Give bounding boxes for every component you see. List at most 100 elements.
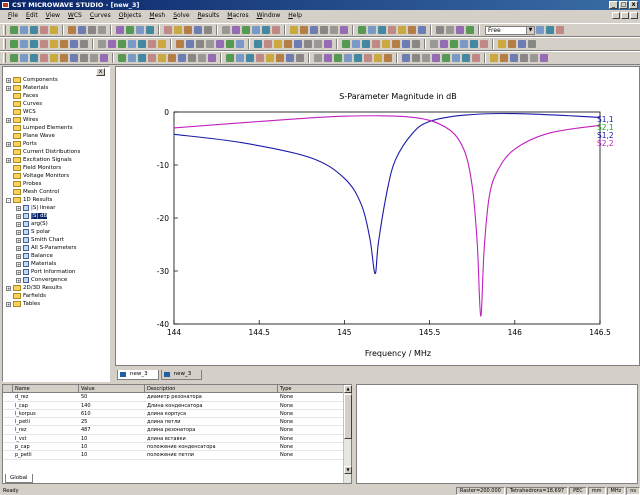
toolbar2-tool-icon[interactable] — [98, 40, 106, 48]
toolbar2-tool-icon[interactable] — [304, 40, 312, 48]
toolbar3-tool-icon[interactable] — [246, 54, 254, 62]
toolbar3-tool-icon[interactable] — [60, 54, 68, 62]
toolbar2-tool-icon[interactable] — [128, 40, 136, 48]
table-cell[interactable]: 50 — [79, 393, 145, 400]
column-header-name[interactable]: Name — [13, 385, 79, 393]
toolbar3-tool-icon[interactable] — [208, 54, 216, 62]
toolbar3-tool-icon[interactable] — [226, 54, 234, 62]
table-cell[interactable]: 487 — [79, 426, 145, 433]
toolbar3-tool-icon[interactable] — [510, 54, 518, 62]
toolbar3-tool-icon[interactable] — [100, 54, 108, 62]
table-row[interactable]: d_rez 50 диаметр резонатора None — [3, 393, 344, 402]
expand-icon[interactable]: + — [6, 157, 11, 163]
toolbar2-tool-icon[interactable] — [138, 40, 146, 48]
toolbar2-tool-icon[interactable] — [158, 40, 166, 48]
toolbar3-tool-icon[interactable] — [138, 54, 146, 62]
toolbar1-tool-icon[interactable] — [368, 26, 376, 34]
expand-icon[interactable]: + — [16, 213, 21, 219]
tree-item[interactable]: Voltage Monitors — [6, 172, 69, 180]
toolbar2-tool-icon[interactable] — [508, 40, 516, 48]
toolbar1-tool-icon[interactable] — [388, 26, 396, 34]
column-header-type[interactable]: Type — [278, 385, 344, 393]
toolbar2-tool-icon[interactable] — [324, 40, 332, 48]
toolbar1-tool-icon[interactable] — [446, 26, 454, 34]
expand-icon[interactable]: + — [16, 221, 21, 227]
toolbar1-tool-icon[interactable] — [262, 26, 270, 34]
menu-mesh[interactable]: Mesh — [145, 10, 169, 22]
doc-restore-button[interactable] — [621, 12, 629, 19]
toolbar1-tool-icon[interactable] — [20, 26, 28, 34]
doc-minimize-button[interactable] — [612, 12, 620, 19]
toolbar2-tool-icon[interactable] — [20, 40, 28, 48]
toolbar3-tool-icon[interactable] — [148, 54, 156, 62]
toolbar1-tool-icon[interactable] — [40, 26, 48, 34]
table-cell[interactable]: p_petli — [13, 451, 79, 458]
minimize-button[interactable]: _ — [609, 1, 618, 9]
expand-icon[interactable]: + — [16, 253, 21, 259]
toolbar3-grip[interactable] — [3, 53, 6, 63]
toolbar2-tool-icon[interactable] — [294, 40, 302, 48]
menu-help[interactable]: Help — [284, 10, 306, 22]
tree-item[interactable]: Curves — [6, 100, 42, 108]
toolbar2-tool-icon[interactable] — [148, 40, 156, 48]
toolbar2-tool-icon[interactable] — [60, 40, 68, 48]
toolbar2-tool-icon[interactable] — [342, 40, 350, 48]
chevron-down-icon[interactable]: ▼ — [526, 26, 534, 34]
toolbar2-tool-icon[interactable] — [226, 40, 234, 48]
table-cell[interactable]: длина вставки — [145, 435, 278, 442]
toolbar2-tool-icon[interactable] — [392, 40, 400, 48]
table-cell[interactable]: None — [278, 410, 344, 417]
table-cell[interactable]: длина корпуса — [145, 410, 278, 417]
toolbar2-tool-icon[interactable] — [440, 40, 448, 48]
tree-item[interactable]: + Port Information — [16, 268, 76, 276]
toolbar3-tool-icon[interactable] — [452, 54, 460, 62]
toolbar2-tool-icon[interactable] — [206, 40, 214, 48]
toolbar1-tool-icon[interactable] — [126, 26, 134, 34]
table-cell[interactable]: d_rez — [13, 393, 79, 400]
table-cell[interactable]: l_cap — [13, 402, 79, 409]
table-row[interactable]: l_vst 10 длина вставки None — [3, 435, 344, 444]
toolbar2-grip[interactable] — [3, 39, 6, 49]
toolbar3-tool-icon[interactable] — [472, 54, 480, 62]
collapse-icon[interactable]: - — [6, 197, 11, 203]
toolbar1-tool-icon[interactable] — [556, 26, 564, 34]
table-cell[interactable]: l_vst — [13, 435, 79, 442]
toolbar1-tool-icon[interactable] — [146, 26, 154, 34]
tree-item[interactable]: Lumped Elements — [6, 124, 73, 132]
toolbar1-tool-icon[interactable] — [204, 26, 212, 34]
table-row[interactable]: p_petli 10 положение петли None — [3, 451, 344, 460]
toolbar3-tool-icon[interactable] — [354, 54, 362, 62]
tree-close-button[interactable]: x — [96, 68, 105, 76]
table-cell[interactable]: 10 — [79, 451, 145, 458]
toolbar3-tool-icon[interactable] — [128, 54, 136, 62]
table-cell[interactable]: None — [278, 426, 344, 433]
scroll-down-icon[interactable]: ▼ — [344, 466, 352, 474]
toolbar1-tool-icon[interactable] — [340, 26, 348, 34]
table-cell[interactable]: 610 — [79, 410, 145, 417]
table-cell[interactable]: 25 — [79, 418, 145, 425]
toolbar1-tool-icon[interactable] — [184, 26, 192, 34]
column-header-description[interactable]: Description — [145, 385, 278, 393]
toolbar2-tool-icon[interactable] — [412, 40, 420, 48]
toolbar2-tool-icon[interactable] — [284, 40, 292, 48]
scroll-up-icon[interactable]: ▲ — [344, 385, 352, 393]
toolbar3-tool-icon[interactable] — [10, 54, 18, 62]
toolbar1-tool-icon[interactable] — [164, 26, 172, 34]
toolbar3-tool-icon[interactable] — [50, 54, 58, 62]
toolbar3-tool-icon[interactable] — [286, 54, 294, 62]
toolbar3-tool-icon[interactable] — [530, 54, 538, 62]
expand-icon[interactable]: + — [6, 301, 11, 307]
table-cell[interactable]: None — [278, 451, 344, 458]
toolbar3-tool-icon[interactable] — [540, 54, 548, 62]
toolbar2-tool-icon[interactable] — [70, 40, 78, 48]
table-cell[interactable]: диаметр резонатора — [145, 393, 278, 400]
table-cell[interactable]: None — [278, 402, 344, 409]
table-cell[interactable]: None — [278, 418, 344, 425]
maximize-button[interactable]: □ — [619, 1, 628, 9]
tree-item[interactable]: +2D/3D Results — [6, 284, 62, 292]
toolbar3-tool-icon[interactable] — [80, 54, 88, 62]
toolbar1-tool-icon[interactable] — [242, 26, 250, 34]
toolbar3-tool-icon[interactable] — [266, 54, 274, 62]
toolbar3-tool-icon[interactable] — [198, 54, 206, 62]
toolbar2-tool-icon[interactable] — [480, 40, 488, 48]
